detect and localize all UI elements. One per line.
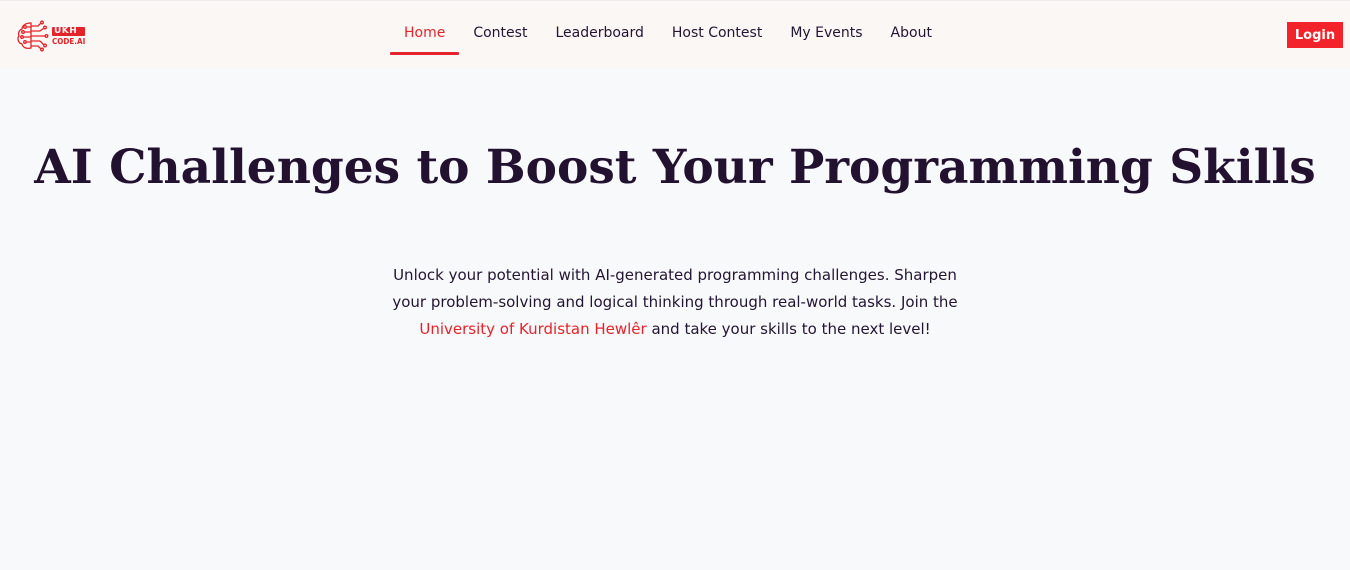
logo-badge-text: UKH [52, 26, 86, 36]
nav-item-about[interactable]: About [877, 1, 946, 55]
nav-item-contest[interactable]: Contest [459, 1, 541, 55]
top-navbar: UKH CODE.AI Home Contest Leaderboard Hos… [0, 0, 1350, 69]
university-link[interactable]: University of Kurdistan Hewlêr [419, 320, 646, 338]
nav-item-host-contest[interactable]: Host Contest [658, 1, 776, 55]
hero-title: AI Challenges to Boost Your Programming … [34, 140, 1316, 195]
nav-item-my-events[interactable]: My Events [776, 1, 876, 55]
hero-subtitle-text-start: Unlock your potential with AI-generated … [392, 266, 958, 311]
hero-subtitle-text-end: and take your skills to the next level! [646, 320, 931, 338]
site-logo[interactable]: UKH CODE.AI [14, 17, 94, 55]
logo-sub-text: CODE.AI [52, 36, 86, 46]
main-nav: Home Contest Leaderboard Host Contest My… [390, 1, 946, 70]
brain-circuit-icon [17, 20, 49, 52]
hero-subtitle: Unlock your potential with AI-generated … [385, 262, 965, 343]
nav-item-leaderboard[interactable]: Leaderboard [541, 1, 657, 55]
nav-item-home[interactable]: Home [390, 1, 460, 55]
login-button[interactable]: Login [1287, 22, 1343, 48]
